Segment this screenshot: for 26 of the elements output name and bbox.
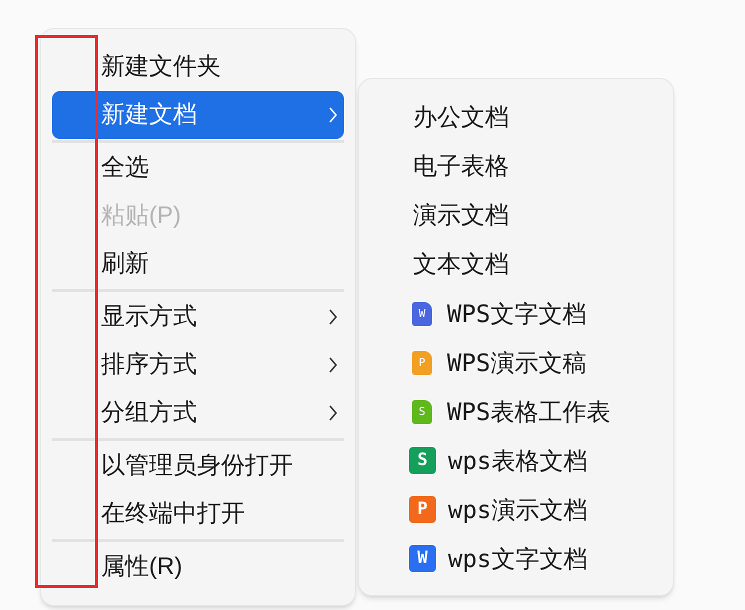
menu-item[interactable]: 属性(R) — [52, 543, 344, 591]
submenu-item[interactable]: 演示文档 — [413, 191, 673, 240]
submenu-item[interactable]: P WPS演示文稿 — [409, 338, 673, 387]
submenu-item[interactable]: S wps表格文档 — [409, 436, 673, 485]
menu-item[interactable]: 新建文件夹 — [52, 43, 344, 91]
menu-item[interactable]: 刷新 — [52, 240, 344, 288]
menu-item[interactable]: 分组方式 — [52, 389, 344, 437]
submenu-item[interactable]: 文本文档 — [413, 240, 673, 289]
menu-item[interactable]: 新建文档 — [52, 91, 344, 139]
submenu-item[interactable]: W WPS文字文档 — [409, 289, 673, 338]
submenu-item[interactable]: W wps文字文档 — [409, 534, 673, 583]
submenu-item[interactable]: 办公文档 — [413, 93, 673, 142]
submenu-item[interactable]: P wps演示文档 — [409, 485, 673, 534]
menu-item[interactable]: 全选 — [52, 144, 344, 192]
menu-item[interactable]: 以管理员身份打开 — [52, 442, 344, 490]
document-icon: S — [412, 400, 432, 424]
menu-item[interactable]: 排序方式 — [52, 341, 344, 389]
app-icon: P — [409, 496, 436, 523]
app-icon: S — [409, 447, 436, 474]
submenu-item[interactable]: 电子表格 — [413, 142, 673, 191]
menu-item[interactable]: 显示方式 — [52, 293, 344, 341]
document-icon: W — [412, 302, 432, 326]
app-icon: W — [409, 545, 436, 572]
submenu-item[interactable]: S WPS表格工作表 — [409, 387, 673, 436]
document-icon: P — [412, 350, 432, 374]
menu-item[interactable]: 在终端中打开 — [52, 490, 344, 538]
